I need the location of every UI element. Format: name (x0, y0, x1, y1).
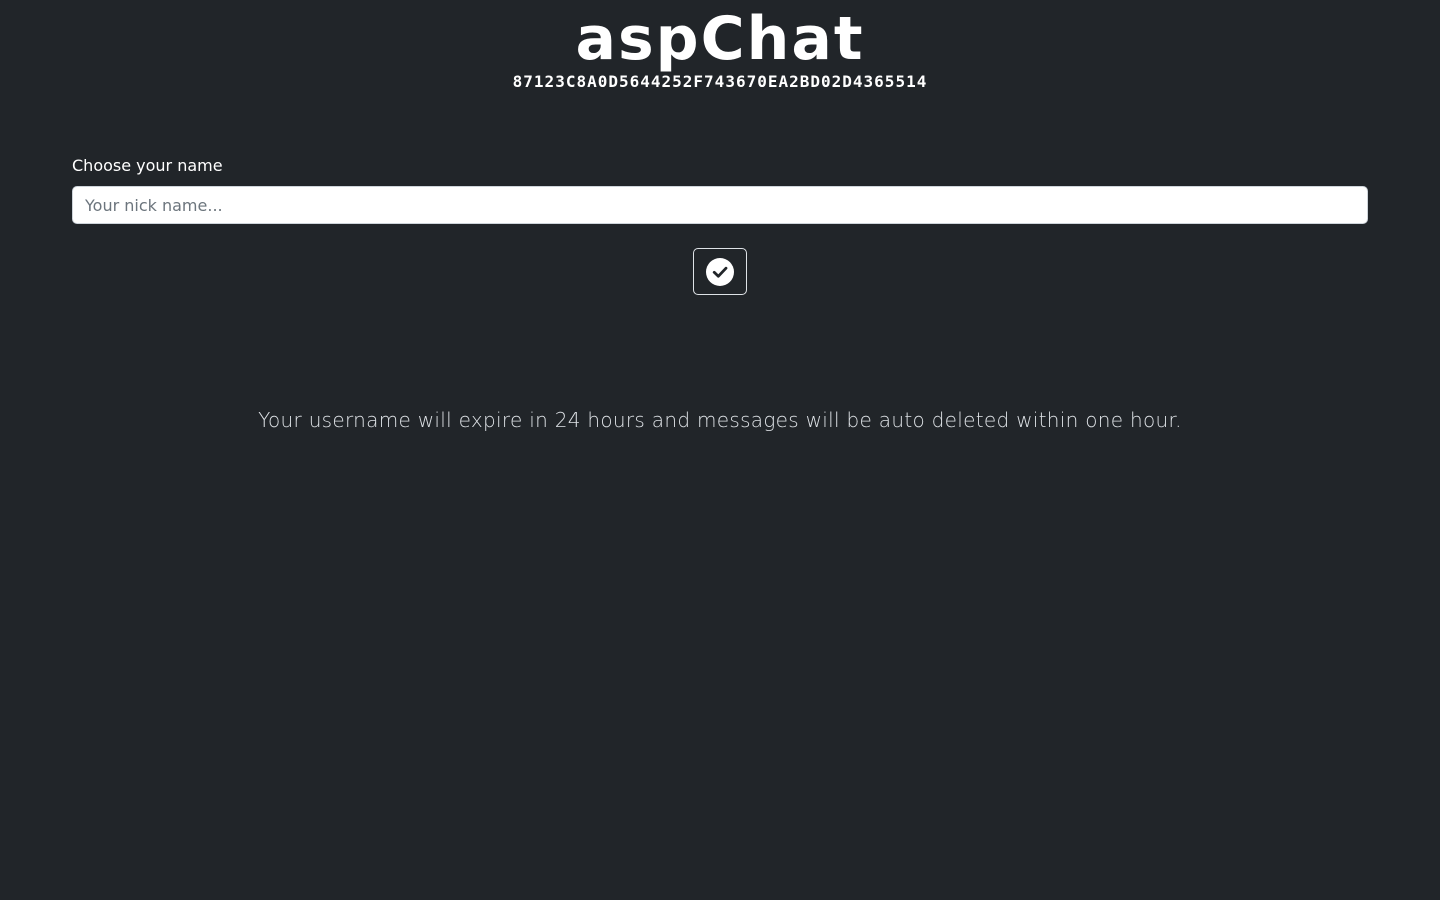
submit-button[interactable] (693, 248, 747, 295)
room-id: 87123C8A0D5644252F743670EA2BD02D4365514 (512, 72, 928, 91)
nick-label: Choose your name (72, 156, 223, 175)
app-title: aspChat (575, 4, 865, 74)
brand-header: aspChat 87123C8A0D5644252F743670EA2BD02D… (0, 0, 1440, 92)
nick-form: Choose your name (72, 156, 1368, 224)
expiry-notice: Your username will expire in 24 hours an… (258, 408, 1182, 432)
check-circle-icon (706, 257, 734, 286)
page: aspChat 87123C8A0D5644252F743670EA2BD02D… (0, 0, 1440, 900)
nick-input[interactable] (72, 186, 1368, 224)
